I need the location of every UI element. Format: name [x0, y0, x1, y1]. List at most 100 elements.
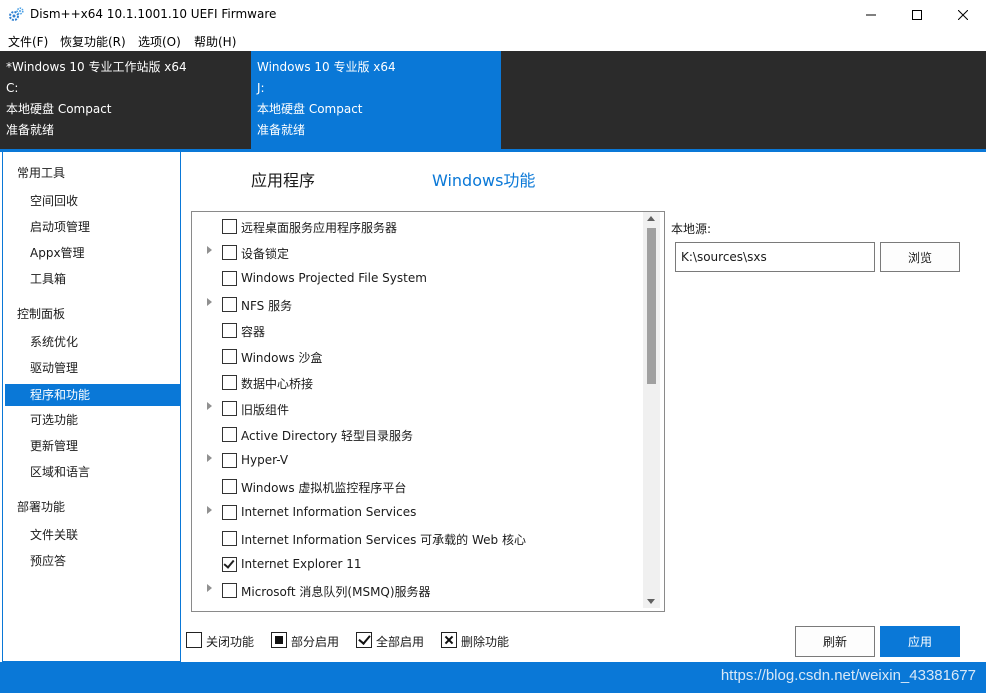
sidebar-item-toolbox[interactable]: 工具箱 [5, 268, 180, 290]
feature-label: Windows 沙盒 [241, 351, 323, 365]
scroll-thumb[interactable] [647, 228, 656, 384]
feature-checkbox[interactable] [222, 505, 237, 520]
session-storage: 本地硬盘 Compact [6, 102, 112, 116]
feature-checkbox[interactable] [222, 479, 237, 494]
session-storage: 本地硬盘 Compact [257, 102, 363, 116]
status-bar: https://blog.csdn.net/weixin_43381677 [0, 662, 986, 693]
sidebar-item-unattend[interactable]: 预应答 [5, 550, 180, 572]
menu-options[interactable]: 选项(O) [138, 33, 181, 50]
feature-checkbox[interactable] [222, 453, 237, 468]
local-source-label: 本地源: [671, 222, 712, 236]
menu-help[interactable]: 帮助(H) [194, 33, 236, 50]
local-source-input[interactable] [675, 242, 875, 272]
feature-row[interactable]: Windows 虚拟机监控程序平台 [192, 473, 647, 499]
sidebar-item-programs-features[interactable]: 程序和功能 [5, 384, 180, 406]
expand-arrow-icon[interactable] [207, 246, 212, 254]
window-title: Dism++x64 10.1.1001.10 UEFI Firmware [30, 7, 277, 21]
expand-arrow-icon[interactable] [207, 402, 212, 410]
feature-row[interactable]: Windows Projected File System [192, 265, 647, 291]
sidebar-item-updates[interactable]: 更新管理 [5, 435, 180, 457]
close-button[interactable] [940, 0, 986, 30]
sidebar: 常用工具 空间回收 启动项管理 Appx管理 工具箱 控制面板 系统优化 驱动管… [2, 152, 181, 662]
feature-checkbox[interactable] [222, 349, 237, 364]
feature-row[interactable]: Microsoft 消息队列(MSMQ)服务器 [192, 577, 647, 603]
feature-label: Internet Information Services 可承载的 Web 核… [241, 533, 526, 547]
session-tile-selected[interactable]: Windows 10 专业版 x64 J: 本地硬盘 Compact 准备就绪 [251, 51, 501, 149]
feature-checkbox[interactable] [222, 427, 237, 442]
sidebar-item-optional-features[interactable]: 可选功能 [5, 409, 180, 431]
session-bar: *Windows 10 专业工作站版 x64 C: 本地硬盘 Compact 准… [0, 51, 986, 149]
feature-row[interactable]: 容器 [192, 317, 647, 343]
tab-windows-features[interactable]: Windows功能 [432, 167, 535, 191]
sidebar-group-control-panel: 控制面板 [17, 307, 66, 321]
feature-tree: 远程桌面服务应用程序服务器 设备锁定 Windows Projected File … [191, 211, 665, 612]
feature-row[interactable]: Active Directory 轻型目录服务 [192, 421, 647, 447]
title-bar: Dism++x64 10.1.1001.10 UEFI Firmware [0, 0, 986, 30]
legend-disabled-label: 关闭功能 [206, 635, 255, 649]
menu-file[interactable]: 文件(F) [8, 33, 48, 50]
minimize-button[interactable] [848, 0, 894, 30]
maximize-button[interactable] [894, 0, 940, 30]
sidebar-item-region-language[interactable]: 区域和语言 [5, 461, 180, 483]
feature-checkbox[interactable] [222, 245, 237, 260]
feature-checkbox[interactable] [222, 401, 237, 416]
checkmark-icon [223, 557, 235, 569]
session-drive: C: [6, 81, 19, 95]
feature-label: 设备锁定 [241, 247, 290, 261]
scroll-down-arrow-icon[interactable] [647, 599, 655, 604]
checked-checkbox-icon [356, 632, 372, 648]
sidebar-item-drivers[interactable]: 驱动管理 [5, 357, 180, 379]
legend-removed-label: 删除功能 [461, 635, 510, 649]
feature-row[interactable]: NFS 服务 [192, 291, 647, 317]
feature-label: Microsoft 消息队列(MSMQ)服务器 [241, 585, 431, 599]
sidebar-item-file-assoc[interactable]: 文件关联 [5, 524, 180, 546]
minimize-icon [866, 14, 876, 16]
sidebar-group-deployment: 部署功能 [17, 500, 66, 514]
tab-applications[interactable]: 应用程序 [251, 167, 315, 191]
expand-arrow-icon[interactable] [207, 454, 212, 462]
apply-button[interactable]: 应用 [880, 626, 960, 657]
feature-label: Internet Explorer 11 [241, 557, 362, 571]
feature-row[interactable]: 远程桌面服务应用程序服务器 [192, 213, 647, 239]
session-status: 准备就绪 [257, 123, 306, 137]
feature-checkbox[interactable] [222, 557, 237, 572]
expand-arrow-icon[interactable] [207, 584, 212, 592]
sidebar-group-common-tools: 常用工具 [17, 166, 66, 180]
menu-bar: 文件(F) 恢复功能(R) 选项(O) 帮助(H) [0, 30, 986, 51]
sidebar-item-optimize[interactable]: 系统优化 [5, 331, 180, 353]
feature-row[interactable]: 数据中心桥接 [192, 369, 647, 395]
scroll-up-arrow-icon[interactable] [647, 216, 655, 221]
feature-row[interactable]: Hyper-V [192, 447, 647, 473]
refresh-button[interactable]: 刷新 [795, 626, 875, 657]
legend-partial-label: 部分启用 [291, 635, 340, 649]
feature-label: Active Directory 轻型目录服务 [241, 429, 414, 443]
sidebar-item-space-reclaim[interactable]: 空间回收 [5, 190, 180, 212]
feature-row[interactable]: 设备锁定 [192, 239, 647, 265]
feature-checkbox[interactable] [222, 297, 237, 312]
feature-checkbox[interactable] [222, 271, 237, 286]
expand-arrow-icon[interactable] [207, 506, 212, 514]
session-status: 准备就绪 [6, 123, 55, 137]
feature-row[interactable]: Internet Information Services 可承载的 Web 核… [192, 525, 647, 551]
feature-row[interactable]: Internet Explorer 11 [192, 551, 647, 577]
feature-row[interactable]: 旧版组件 [192, 395, 647, 421]
session-os-name: *Windows 10 专业工作站版 x64 [6, 60, 187, 74]
menu-restore[interactable]: 恢复功能(R) [60, 33, 126, 50]
sidebar-item-startup[interactable]: 启动项管理 [5, 216, 180, 238]
session-tile[interactable]: *Windows 10 专业工作站版 x64 C: 本地硬盘 Compact 准… [0, 51, 250, 149]
maximize-icon [912, 10, 922, 20]
feature-checkbox[interactable] [222, 583, 237, 598]
feature-checkbox[interactable] [222, 375, 237, 390]
browse-button[interactable]: 浏览 [880, 242, 960, 272]
feature-checkbox[interactable] [222, 219, 237, 234]
feature-row[interactable]: Internet Information Services [192, 499, 647, 525]
feature-label: Windows 虚拟机监控程序平台 [241, 481, 407, 495]
expand-arrow-icon[interactable] [207, 298, 212, 306]
feature-checkbox[interactable] [222, 323, 237, 338]
feature-label: 远程桌面服务应用程序服务器 [241, 221, 398, 235]
feature-row[interactable]: Windows 沙盒 [192, 343, 647, 369]
feature-checkbox[interactable] [222, 531, 237, 546]
sidebar-item-appx[interactable]: Appx管理 [5, 242, 180, 264]
feature-label: Windows Projected File System [241, 271, 427, 285]
feature-list-scrollbar[interactable] [643, 212, 660, 608]
